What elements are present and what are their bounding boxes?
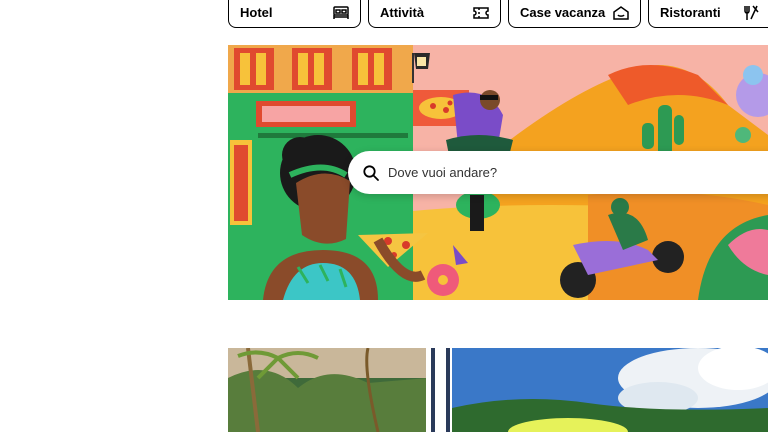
- category-hotel-button[interactable]: Hotel: [228, 0, 361, 28]
- category-label: Attività: [380, 5, 425, 20]
- destination-search[interactable]: [348, 151, 768, 194]
- house-icon: [612, 4, 630, 22]
- category-case-vacanza-button[interactable]: Case vacanza: [508, 0, 641, 28]
- category-label: Hotel: [240, 5, 273, 20]
- cutlery-icon: [742, 4, 760, 22]
- destination-photo: [228, 348, 768, 432]
- bed-icon: [332, 4, 350, 22]
- category-label: Case vacanza: [520, 5, 606, 20]
- search-input[interactable]: [388, 165, 708, 180]
- category-ristoranti-button[interactable]: Ristoranti: [648, 0, 768, 28]
- category-attivita-button[interactable]: Attività: [368, 0, 501, 28]
- ticket-icon: [472, 4, 490, 22]
- search-icon: [362, 164, 380, 182]
- category-label: Ristoranti: [660, 5, 721, 20]
